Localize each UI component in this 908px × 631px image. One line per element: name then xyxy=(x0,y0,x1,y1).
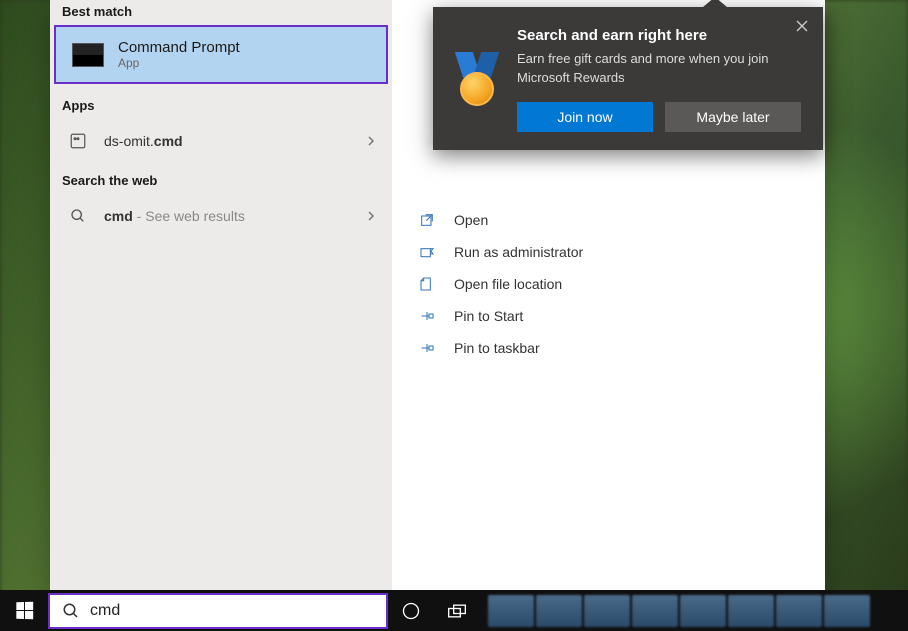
join-now-button[interactable]: Join now xyxy=(517,102,653,132)
rewards-subtitle: Earn free gift cards and more when you j… xyxy=(517,50,801,88)
chevron-right-icon xyxy=(366,211,376,221)
action-open[interactable]: Open xyxy=(412,204,805,236)
taskbar-app[interactable] xyxy=(728,595,774,627)
folder-icon xyxy=(418,276,436,292)
medal-icon xyxy=(455,52,499,106)
taskbar-app[interactable] xyxy=(584,595,630,627)
web-result-label: cmd - See web results xyxy=(104,208,245,224)
taskbar-app[interactable] xyxy=(824,595,870,627)
taskbar xyxy=(0,590,908,631)
best-match-text: Command Prompt App xyxy=(118,39,240,70)
task-view-button[interactable] xyxy=(434,590,480,631)
taskbar-app[interactable] xyxy=(632,595,678,627)
taskbar-app[interactable] xyxy=(536,595,582,627)
results-left-column: Best match Command Prompt App Apps ds-om… xyxy=(50,0,392,590)
taskbar-pinned-apps xyxy=(488,590,870,631)
taskbar-app[interactable] xyxy=(776,595,822,627)
context-actions-list: Open Run as administrator Open file loca… xyxy=(392,200,825,368)
best-match-subtitle: App xyxy=(118,56,240,70)
best-match-result[interactable]: Command Prompt App xyxy=(54,25,388,84)
rewards-text: Search and earn right here Earn free gif… xyxy=(517,27,801,132)
taskbar-app[interactable] xyxy=(488,595,534,627)
close-icon[interactable] xyxy=(795,19,809,33)
action-pin-taskbar[interactable]: Pin to taskbar xyxy=(412,332,805,364)
batch-file-icon xyxy=(66,129,90,153)
app-label-prefix: ds-omit. xyxy=(104,133,154,149)
action-label: Open xyxy=(454,212,488,228)
action-label: Open file location xyxy=(454,276,562,292)
rewards-popup: Search and earn right here Earn free gif… xyxy=(433,7,823,150)
pin-taskbar-icon xyxy=(418,340,436,356)
rewards-title: Search and earn right here xyxy=(517,27,801,44)
pin-start-icon xyxy=(418,308,436,324)
action-pin-start[interactable]: Pin to Start xyxy=(412,300,805,332)
best-match-title: Command Prompt xyxy=(118,39,240,56)
app-result-label: ds-omit.cmd xyxy=(104,133,183,149)
action-label: Run as administrator xyxy=(454,244,583,260)
action-open-location[interactable]: Open file location xyxy=(412,268,805,300)
action-run-admin[interactable]: Run as administrator xyxy=(412,236,805,268)
action-label: Pin to Start xyxy=(454,308,523,324)
taskbar-search-box[interactable] xyxy=(48,593,388,629)
start-button[interactable] xyxy=(0,590,48,631)
web-query-text: cmd xyxy=(104,208,133,224)
windows-logo-icon xyxy=(16,602,33,620)
web-result-item[interactable]: cmd - See web results xyxy=(50,194,392,238)
cortana-button[interactable] xyxy=(388,590,434,631)
action-label: Pin to taskbar xyxy=(454,340,540,356)
maybe-later-button[interactable]: Maybe later xyxy=(665,102,801,132)
best-match-header: Best match xyxy=(50,0,392,25)
chevron-right-icon xyxy=(366,136,376,146)
search-input[interactable] xyxy=(90,602,374,620)
web-suffix-text: - See web results xyxy=(133,208,245,224)
open-icon xyxy=(418,212,436,228)
apps-header: Apps xyxy=(50,94,392,119)
app-result-item[interactable]: ds-omit.cmd xyxy=(50,119,392,163)
app-label-bold: cmd xyxy=(154,133,183,149)
search-icon xyxy=(62,602,80,620)
search-icon xyxy=(66,204,90,228)
shield-icon xyxy=(418,244,436,260)
command-prompt-icon xyxy=(72,43,104,67)
taskbar-app[interactable] xyxy=(680,595,726,627)
web-header: Search the web xyxy=(50,169,392,194)
